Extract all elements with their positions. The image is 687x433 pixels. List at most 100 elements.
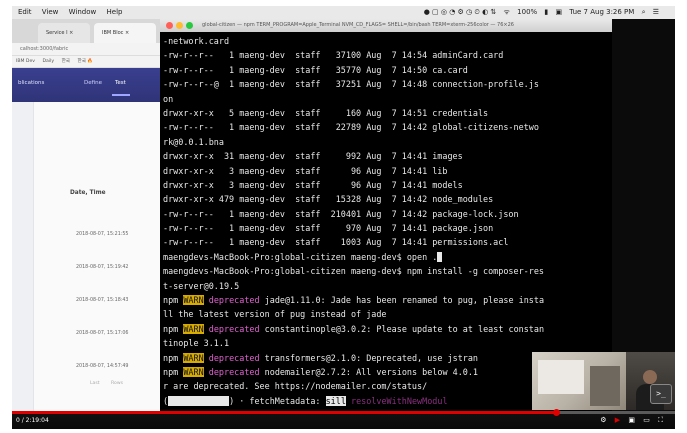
- miniplayer-icon[interactable]: ▣: [628, 416, 635, 424]
- table-row[interactable]: 2018-08-07, 15:17:06: [76, 331, 128, 336]
- active-tab-indicator: [112, 94, 130, 96]
- bookmark-daily[interactable]: Daily: [42, 59, 54, 64]
- warning-text: transformers@2.1.0: Deprecated, use jstr…: [259, 352, 479, 363]
- terminal-line: ll the latest version of pug instead of …: [163, 309, 387, 320]
- room-background-shape: [590, 366, 620, 406]
- panel-footer: Last Rows: [90, 381, 133, 386]
- footer-last[interactable]: Last: [90, 381, 100, 386]
- minimize-window-icon[interactable]: [176, 22, 183, 29]
- terminal-line: -network.card: [163, 36, 230, 46]
- deprecated-label: deprecated: [208, 295, 260, 306]
- settings-icon[interactable]: ⚙: [600, 416, 606, 424]
- presenter-head: [643, 370, 657, 384]
- terminal-line: drwxr-xr-x 3 maeng-dev staff 96 Aug 7 14…: [163, 165, 448, 176]
- terminal-line: tinople 3.1.1: [163, 338, 230, 349]
- footer-rows[interactable]: Rows: [111, 381, 123, 386]
- npm-label: npm: [163, 352, 179, 363]
- transaction-history-panel: Date, Time 2018-08-07, 15:21:55 2018-08-…: [12, 102, 160, 411]
- terminal-line: drwxr-xr-x 5 maeng-dev staff 160 Aug 7 1…: [163, 107, 489, 118]
- terminal-line: on: [163, 93, 174, 104]
- progress-bar: [168, 395, 230, 406]
- webcam-overlay-room: [532, 352, 627, 410]
- spotlight-icon[interactable]: ⌕: [642, 8, 646, 16]
- warn-badge: WARN: [183, 366, 204, 377]
- tab-define[interactable]: Define: [84, 80, 102, 86]
- terminal-app-icon[interactable]: >_: [650, 384, 672, 404]
- table-row[interactable]: 2018-08-07, 15:18:43: [76, 298, 128, 303]
- table-row[interactable]: 2018-08-07, 14:57:49: [76, 364, 128, 369]
- npm-warning-line: npm WARN deprecated constantinople@3.0.2…: [163, 322, 612, 336]
- terminal-line: drwxr-xr-x 31 maeng-dev staff 992 Aug 7 …: [163, 151, 463, 162]
- warn-badge: WARN: [183, 295, 204, 306]
- wifi-icon[interactable]: ᯤ: [504, 8, 510, 16]
- browser-tab-strip: Service I × IBM Bloc ×: [12, 19, 160, 43]
- deprecated-label: deprecated: [208, 352, 260, 363]
- prompt-open-command: maengdevs-MacBook-Pro:global-citizen mae…: [163, 251, 438, 262]
- menu-window[interactable]: Window: [69, 8, 97, 16]
- fullscreen-icon[interactable]: ⛶: [658, 416, 663, 424]
- video-scrubber-handle[interactable]: [553, 409, 560, 416]
- npm-label: npm: [163, 366, 179, 377]
- battery-icon[interactable]: ▮: [544, 8, 548, 16]
- battery-level: 100%: [517, 8, 538, 16]
- bookmarks-bar: IBM Dev Daily 한국 한국 🔥: [12, 56, 160, 68]
- terminal-line: -rw-r--r-- 1 maeng-dev staff 35770 Aug 7…: [163, 64, 468, 75]
- menu-view[interactable]: View: [42, 8, 59, 16]
- date-time-header: Date, Time: [70, 190, 106, 196]
- terminal-titlebar: global-citizen — npm TERM_PROGRAM=Apple_…: [160, 19, 612, 32]
- deprecated-label: deprecated: [208, 323, 260, 334]
- terminal-line: -rw-r--r-- 1 maeng-dev staff 22789 Aug 7…: [163, 122, 539, 133]
- menu-edit[interactable]: Edit: [18, 8, 32, 16]
- warn-badge: WARN: [183, 323, 204, 334]
- warning-text: constantinople@3.0.2: Please update to a…: [259, 323, 545, 334]
- macos-menubar: Edit View Window Help ● ▢ ◎ ◔ ⚙ ◷ ⏲ ◐ ⇅ …: [12, 6, 675, 19]
- tab-test[interactable]: Test: [115, 80, 126, 86]
- terminal-line: drwxr-xr-x 479 maeng-dev staff 15328 Aug…: [163, 194, 494, 205]
- sill-badge: sill: [325, 395, 346, 406]
- bookmark-ibm-dev[interactable]: IBM Dev: [16, 59, 35, 64]
- terminal-cursor: [437, 251, 443, 262]
- app-brand: blications: [18, 80, 45, 86]
- bookmark-korean-1[interactable]: 한국: [62, 59, 70, 64]
- bookmark-korean-2[interactable]: 한국 🔥: [78, 59, 94, 64]
- terminal-line: maengdevs-MacBook-Pro:global-citizen mae…: [163, 266, 544, 277]
- browser-tab-ibm[interactable]: IBM Bloc ×: [94, 23, 156, 43]
- theater-mode-icon[interactable]: ▭: [643, 416, 650, 424]
- npm-label: npm: [163, 295, 179, 306]
- menu-list-icon[interactable]: ☰: [653, 8, 659, 16]
- progress-mid: ) · fetchMetadata:: [229, 395, 326, 406]
- video-player-controls: 0 / 2:19:04 ⚙ ▶ ▣ ▭ ⛶: [12, 409, 675, 429]
- terminal-line: -rw-r--r-- 1 maeng-dev staff 970 Aug 7 1…: [163, 223, 494, 234]
- warning-text: jade@1.11.0: Jade has been renamed to pu…: [259, 295, 545, 306]
- deprecated-label: deprecated: [208, 366, 260, 377]
- table-row[interactable]: 2018-08-07, 15:21:55: [76, 232, 128, 237]
- npm-label: npm: [163, 323, 179, 334]
- menubar-clock[interactable]: Tue 7 Aug 3:26 PM: [569, 8, 634, 16]
- terminal-line: drwxr-xr-x 3 maeng-dev staff 96 Aug 7 14…: [163, 179, 463, 190]
- menubar-items: Edit View Window Help: [18, 6, 130, 19]
- browser-address-bar[interactable]: calhost:3000/fabric: [12, 43, 160, 56]
- menu-help[interactable]: Help: [107, 8, 123, 16]
- terminal-line: t-server@0.19.5: [163, 280, 240, 291]
- terminal-line: -rw-r--r--@ 1 maeng-dev staff 37251 Aug …: [163, 79, 539, 90]
- screen-capture: Edit View Window Help ● ▢ ◎ ◔ ⚙ ◷ ⏲ ◐ ⇅ …: [12, 6, 675, 429]
- zoom-window-icon[interactable]: [186, 22, 193, 29]
- menubar-status: ● ▢ ◎ ◔ ⚙ ◷ ⏲ ◐ ⇅ ᯤ 100% ▮ ▣ Tue 7 Aug 3…: [419, 6, 659, 19]
- terminal-line: rk@0.0.1.bna: [163, 136, 224, 147]
- warning-text: nodemailer@2.7.2: All versions below 4.0…: [259, 366, 479, 377]
- warn-badge: WARN: [183, 352, 204, 363]
- video-progress-bar[interactable]: [12, 409, 675, 416]
- youtube-logo-icon[interactable]: ▶: [615, 416, 620, 424]
- npm-warning-line: npm WARN deprecated jade@1.11.0: Jade ha…: [163, 293, 612, 307]
- close-window-icon[interactable]: [166, 22, 173, 29]
- terminal-line: -rw-r--r-- 1 maeng-dev staff 210401 Aug …: [163, 208, 519, 219]
- table-row[interactable]: 2018-08-07, 15:19:42: [76, 265, 128, 270]
- room-background-shape: [538, 360, 584, 394]
- video-time: 0 / 2:19:04: [16, 417, 49, 424]
- terminal-line: maengdevs-MacBook-Pro:global-citizen mae…: [163, 250, 612, 264]
- terminal-line: -rw-r--r-- 1 maeng-dev staff 37100 Aug 7…: [163, 50, 504, 61]
- browser-tab-service[interactable]: Service I ×: [38, 23, 90, 43]
- progress-tail: resolveWithNewModul: [345, 395, 448, 406]
- terminal-title: global-citizen — npm TERM_PROGRAM=Apple_…: [202, 22, 514, 28]
- input-source-icon[interactable]: ▣: [556, 8, 563, 16]
